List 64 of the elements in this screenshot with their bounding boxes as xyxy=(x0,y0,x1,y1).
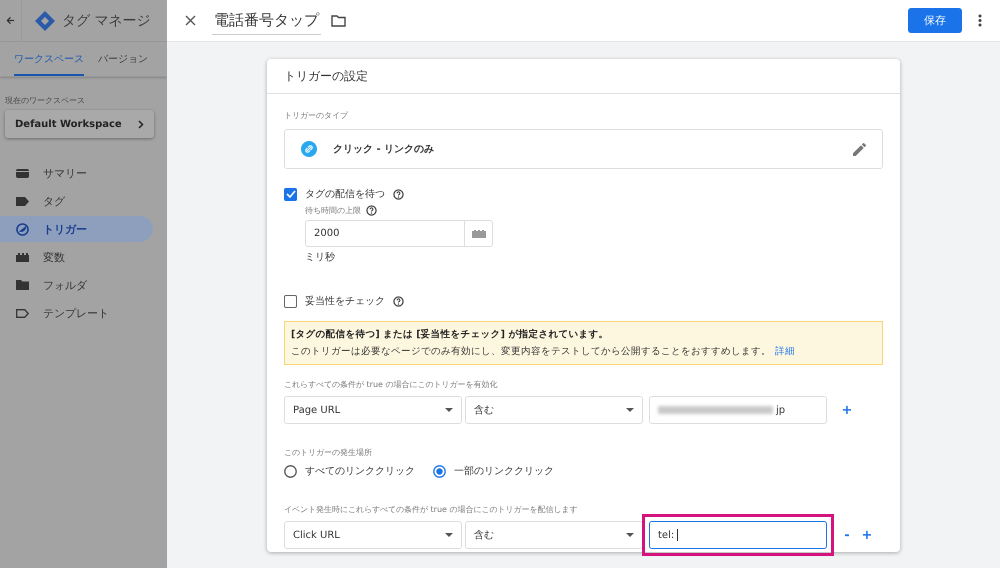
folder-icon[interactable] xyxy=(331,14,346,26)
operator-dropdown[interactable]: 含む xyxy=(465,396,643,424)
outline-tag-icon xyxy=(16,308,29,318)
caret-icon xyxy=(445,408,453,412)
variable-dropdown[interactable]: Page URL xyxy=(284,396,462,424)
card-title: トリガーの設定 xyxy=(284,68,368,84)
sidebar-item[interactable]: フォルダ xyxy=(0,272,153,298)
variable-dropdown[interactable]: Click URL xyxy=(284,521,462,549)
sidebar-tab[interactable]: ワークスペース xyxy=(14,42,84,76)
tray-icon xyxy=(16,168,29,178)
radio-option[interactable]: すべてのリンククリック xyxy=(284,464,415,478)
fire-conditions-label: イベント発生時にこれらすべての条件が true の場合にこのトリガーを配信します xyxy=(284,504,579,515)
checkbox-label: 妥当性をチェック xyxy=(305,294,385,308)
condition-action-button[interactable]: + xyxy=(857,528,877,542)
tag-icon xyxy=(16,196,29,206)
save-button[interactable]: 保存 xyxy=(908,8,962,33)
variable-picker-button[interactable] xyxy=(465,220,493,247)
text-cursor xyxy=(677,529,678,541)
app-title: タグ マネージ xyxy=(62,12,150,30)
workspace-button[interactable]: Default Workspace xyxy=(5,110,154,138)
caret-icon xyxy=(445,533,453,537)
scope-label: このトリガーの発生場所 xyxy=(284,447,373,458)
trigger-name-field[interactable]: 電話番号タップ xyxy=(212,6,321,34)
blocks-icon xyxy=(472,230,486,238)
condition-action-button[interactable]: - xyxy=(837,528,857,542)
trigger-icon xyxy=(16,222,29,236)
help-icon[interactable] xyxy=(366,205,377,216)
back-arrow-icon xyxy=(6,16,15,25)
chevron-right-icon xyxy=(138,120,144,128)
notice-title: [タグの配信を待つ] または [妥当性をチェック] が指定されています。 xyxy=(291,328,610,341)
checkbox[interactable] xyxy=(284,188,297,200)
checkbox-label: タグの配信を待つ xyxy=(305,188,385,201)
pencil-icon[interactable] xyxy=(853,142,866,156)
more-menu-icon[interactable] xyxy=(978,14,982,27)
wait-time-field[interactable]: 2000 xyxy=(305,220,465,247)
value-field[interactable]: tel: xyxy=(649,521,827,549)
operator-dropdown[interactable]: 含む xyxy=(465,521,643,549)
wait-limit-label: 待ち時間の上限 xyxy=(305,205,361,216)
details-link[interactable]: 詳細 xyxy=(775,346,795,357)
unit-label: ミリ秒 xyxy=(305,250,336,264)
notice-text: このトリガーは必要なページでのみ有効にし、変更内容をテストしてから公開することをおすすめします。 詳細 xyxy=(291,345,796,358)
help-icon[interactable] xyxy=(393,296,404,306)
condition-action-button[interactable]: + xyxy=(837,402,857,418)
enable-conditions-label: これらすべての条件が true の場合にこのトリガーを有効化 xyxy=(284,379,499,390)
sidebar-item[interactable]: タグ xyxy=(0,188,153,214)
value-field[interactable]: jp xyxy=(649,396,827,424)
close-icon[interactable] xyxy=(185,15,196,26)
sidebar-item[interactable]: テンプレート xyxy=(0,300,153,326)
sidebar-item[interactable]: 変数 xyxy=(0,244,153,270)
folder-icon xyxy=(16,280,29,290)
link-icon xyxy=(301,141,317,157)
checkbox[interactable] xyxy=(284,294,297,308)
sidebar-tab[interactable]: バージョン xyxy=(98,42,148,76)
type-label: トリガーのタイプ xyxy=(284,110,350,121)
radio-option[interactable]: 一部のリンククリック xyxy=(433,464,554,478)
diamond-logo-icon xyxy=(34,10,56,32)
caret-icon xyxy=(626,408,634,412)
sidebar-item[interactable]: トリガー xyxy=(0,216,153,242)
workspace-label: 現在のワークスペース xyxy=(5,95,86,106)
help-icon[interactable] xyxy=(393,188,404,200)
blocks-icon xyxy=(16,252,29,262)
sidebar-item[interactable]: サマリー xyxy=(0,160,153,186)
caret-icon xyxy=(626,533,634,537)
trigger-type-selector[interactable]: クリック - リンクのみ xyxy=(284,129,883,169)
